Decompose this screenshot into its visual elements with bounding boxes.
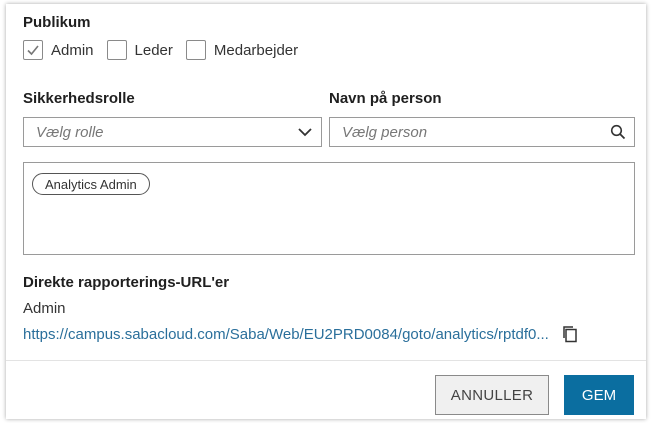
- security-role-placeholder: Vælg rolle: [36, 123, 104, 141]
- search-icon: [610, 124, 626, 140]
- selected-roles-area[interactable]: Analytics Admin: [23, 162, 635, 255]
- save-button[interactable]: GEM: [564, 375, 634, 415]
- leader-checkbox[interactable]: [106, 40, 127, 60]
- leader-checkbox-label: Leder: [134, 41, 173, 59]
- direct-urls-heading: Direkte rapporterings-URL'er: [23, 274, 230, 291]
- person-search-input[interactable]: Vælg person: [329, 117, 635, 147]
- copy-icon[interactable]: [561, 325, 579, 343]
- audience-heading: Publikum: [23, 14, 91, 31]
- report-url-link[interactable]: https://campus.sabacloud.com/Saba/Web/EU…: [23, 326, 549, 343]
- admin-checkbox-label: Admin: [51, 41, 94, 59]
- checkmark-icon: [27, 45, 39, 56]
- chevron-down-icon: [298, 128, 312, 137]
- role-chip[interactable]: Analytics Admin: [32, 173, 150, 195]
- admin-checkbox[interactable]: [23, 40, 43, 60]
- role-assignment-dialog: Publikum Admin Leder Medarbejder Sikkerh…: [6, 4, 646, 419]
- cancel-button[interactable]: ANNULLER: [435, 375, 549, 415]
- employee-checkbox-label: Medarbejder: [213, 41, 299, 59]
- person-search-placeholder: Vælg person: [342, 123, 428, 141]
- employee-checkbox[interactable]: [185, 40, 206, 60]
- security-role-label: Sikkerhedsrolle: [23, 90, 135, 107]
- audience-checkbox-group: Admin Leder Medarbejder: [23, 40, 311, 60]
- url-audience-label: Admin: [23, 300, 66, 317]
- footer-divider: [6, 360, 646, 361]
- report-url-row: https://campus.sabacloud.com/Saba/Web/EU…: [23, 325, 579, 343]
- person-name-label: Navn på person: [329, 90, 442, 107]
- security-role-select[interactable]: Vælg rolle: [23, 117, 322, 147]
